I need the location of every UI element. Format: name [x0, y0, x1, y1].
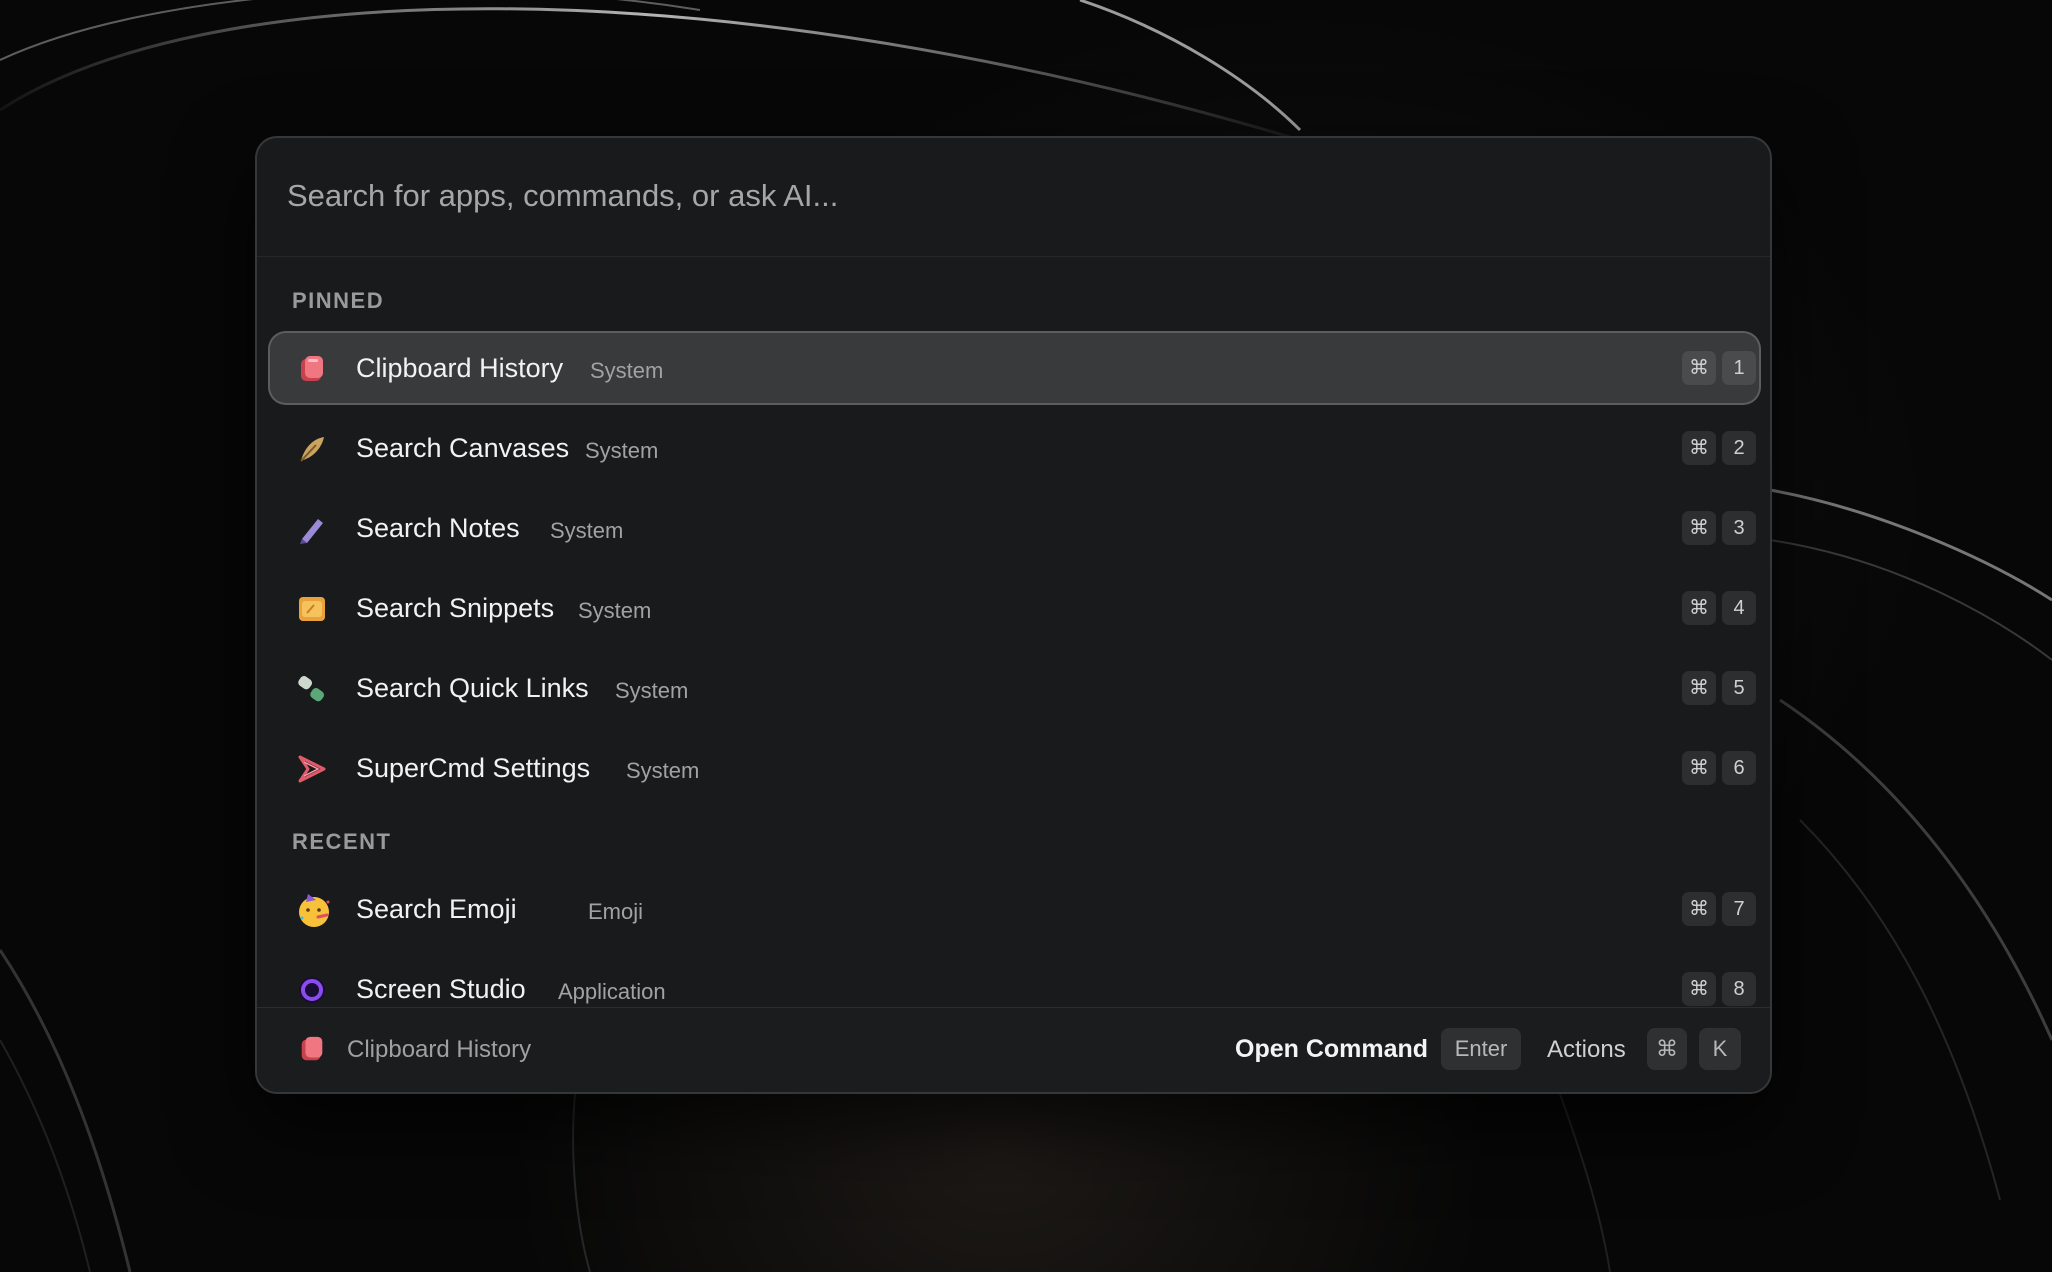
list-item-search-quick-links[interactable]: Search Quick Links System ⌘ 5: [268, 651, 1761, 725]
command-key-badge: ⌘: [1682, 671, 1716, 705]
list-item-search-snippets[interactable]: Search Snippets System ⌘ 4: [268, 571, 1761, 645]
search-bar: [257, 138, 1770, 257]
supercmd-logo-icon: [298, 755, 326, 783]
clipboard-history-icon: [301, 356, 323, 381]
item-subtitle: Application: [558, 979, 666, 1004]
shortcut-number-badge: 1: [1722, 351, 1756, 385]
k-key-badge: K: [1699, 1028, 1741, 1070]
snippets-folder-icon: [299, 597, 325, 621]
item-title: Search Notes: [356, 513, 520, 543]
screen-studio-icon: [299, 977, 325, 1003]
enter-key-badge: Enter: [1441, 1028, 1521, 1070]
selected-command-label: Clipboard History: [347, 1036, 532, 1063]
command-key-badge: ⌘: [1647, 1028, 1687, 1070]
list-item-supercmd-settings[interactable]: SuperCmd Settings System ⌘ 6: [268, 731, 1761, 805]
item-subtitle: System: [585, 438, 659, 463]
item-title: SuperCmd Settings: [356, 753, 591, 783]
actions-button[interactable]: Actions: [1547, 1036, 1626, 1064]
item-subtitle: System: [550, 518, 624, 543]
list-item-search-emoji[interactable]: Search Emoji Emoji ⌘ 7: [268, 872, 1761, 946]
shortcut-number-badge: 6: [1722, 751, 1756, 785]
item-title: Search Quick Links: [356, 673, 589, 703]
command-key-badge: ⌘: [1682, 892, 1716, 926]
shortcut-number-badge: 5: [1722, 671, 1756, 705]
command-key-badge: ⌘: [1682, 431, 1716, 465]
item-title: Search Emoji: [356, 894, 517, 924]
item-title: Clipboard History: [356, 353, 564, 383]
shortcut-number-badge: 2: [1722, 431, 1756, 465]
item-subtitle: System: [578, 598, 652, 623]
action-footer: Clipboard History Open Command Enter Act…: [257, 1007, 1770, 1092]
list-item-search-notes[interactable]: Search Notes System ⌘ 3: [268, 491, 1761, 565]
command-key-badge: ⌘: [1682, 511, 1716, 545]
list-item-search-canvases[interactable]: Search Canvases System ⌘ 2: [268, 411, 1761, 485]
item-subtitle: System: [626, 758, 700, 783]
open-command-button[interactable]: Open Command: [1235, 1035, 1428, 1064]
item-title: Search Snippets: [356, 593, 555, 623]
command-key-badge: ⌘: [1682, 972, 1716, 1006]
command-key-badge: ⌘: [1682, 591, 1716, 625]
shortcut-number-badge: 4: [1722, 591, 1756, 625]
shortcut-number-badge: 7: [1722, 892, 1756, 926]
item-subtitle: System: [590, 358, 664, 383]
list-item-clipboard-history[interactable]: Clipboard History System ⌘ 1: [268, 331, 1761, 405]
command-key-badge: ⌘: [1682, 751, 1716, 785]
item-subtitle: Emoji: [588, 899, 644, 924]
notes-pen-icon: [300, 519, 323, 544]
search-input[interactable]: [287, 168, 1687, 224]
command-key-badge: ⌘: [1682, 351, 1716, 385]
clipboard-history-icon: [301, 1036, 323, 1061]
shortcut-number-badge: 3: [1722, 511, 1756, 545]
canvas-feather-icon: [300, 437, 324, 462]
command-palette: PINNED Clipboard History System ⌘ 1 Sear…: [255, 136, 1772, 1094]
party-face-emoji-icon: [299, 894, 330, 927]
shortcut-number-badge: 8: [1722, 972, 1756, 1006]
section-label-recent: RECENT: [292, 829, 392, 854]
item-subtitle: System: [615, 678, 689, 703]
section-label-pinned: PINNED: [292, 288, 385, 313]
quick-links-icon: [298, 676, 325, 702]
item-title: Search Canvases: [356, 433, 570, 463]
item-title: Screen Studio: [356, 974, 526, 1004]
